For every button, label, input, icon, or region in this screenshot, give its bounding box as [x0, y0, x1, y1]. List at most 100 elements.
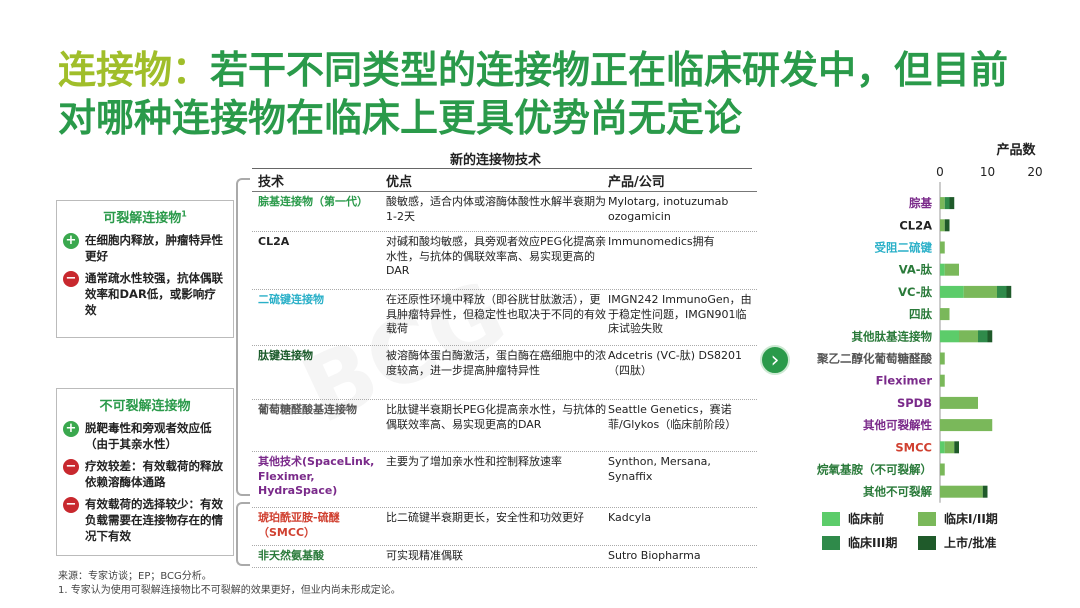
minus-icon: − — [63, 459, 79, 475]
category-label: 聚乙二醇化葡萄糖醛酸 — [816, 352, 932, 366]
subtitle-divider — [252, 168, 752, 169]
minus-icon: − — [63, 271, 79, 287]
table-cell-tech: 腙基连接物（第一代） — [258, 195, 368, 208]
footnotes: 来源：专家访谈；EP；BCG分析。 1. 专家认为使用可裂解连接物比不可裂解的效… — [58, 570, 401, 598]
bar-segment — [940, 352, 945, 365]
table-row: 肽键连接物 被溶酶体蛋白酶激活，蛋白酶在癌细胞中的浓度较高，进一步提高肿瘤特异性 A… — [252, 346, 757, 400]
pros-cons-text: 脱靶毒性和旁观者效应低（由于其亲水性） — [85, 421, 212, 451]
chevron-right-icon: › — [760, 345, 790, 375]
legend-swatch — [822, 511, 840, 526]
category-label: SMCC — [895, 440, 932, 454]
bar-segment — [940, 463, 945, 476]
x-tick-label: 10 — [980, 165, 995, 179]
bar-segment — [944, 219, 950, 232]
bar-segment — [987, 330, 993, 343]
x-tick-label: 0 — [936, 165, 944, 179]
bar-segment — [949, 197, 955, 210]
bar-segment — [940, 285, 964, 298]
table-cell-prod: Sutro Biopharma — [608, 549, 701, 562]
table-header: 技术 优点 产品/公司 — [252, 170, 757, 192]
category-label: 其他可裂解性 — [863, 418, 932, 432]
footnote-source: 来源：专家访谈；EP；BCG分析。 — [58, 571, 212, 582]
table-cell-adv: 比肽键半衰期长PEG化提高亲水性，与抗体的偶联效率高、易实现更高的DAR — [386, 403, 607, 431]
legend-item: 上市/批准 — [918, 534, 996, 551]
table-subtitle: 新的连接物技术 — [450, 153, 542, 168]
minus-icon: − — [63, 497, 79, 513]
category-label: 其他肽基连接物 — [852, 329, 933, 343]
table-cell-prod: Seattle Genetics，赛诺菲/Glykos（临床前阶段） — [608, 403, 737, 431]
bar-segment — [940, 308, 950, 321]
table-cell-prod: Adcetris (VC-肽) DS8201（四肽） — [608, 349, 742, 377]
bar-segment — [954, 441, 959, 454]
category-label: 其他不可裂解 — [863, 485, 932, 499]
category-label: VA-肽 — [899, 263, 933, 277]
bar-segment — [940, 374, 945, 387]
category-label: CL2A — [899, 218, 932, 232]
legend-item: 临床I/II期 — [918, 510, 998, 527]
bar-segment — [963, 285, 997, 298]
table-cell-adv: 被溶酶体蛋白酶激活，蛋白酶在癌细胞中的浓度较高，进一步提高肿瘤特异性 — [386, 349, 606, 377]
table-cell-tech: 二硫键连接物 — [258, 293, 324, 306]
cleavable-title: 可裂解连接物1 — [103, 209, 187, 226]
x-tick-label: 20 — [1027, 165, 1042, 179]
header-tech: 技术 — [258, 175, 285, 190]
category-label: 受阻二硫键 — [875, 241, 933, 255]
bar-segment — [940, 263, 945, 276]
pros-cons-text: 在细胞内释放，肿瘤特异性更好 — [85, 233, 223, 263]
table-cell-tech: 琥珀酰亚胺-硫醚（SMCC） — [258, 511, 340, 539]
legend-label: 临床III期 — [848, 536, 898, 550]
table-cell-tech: 其他技术(SpaceLink, Fleximer, HydraSpace) — [258, 455, 375, 497]
legend-label: 临床前 — [848, 512, 885, 526]
legend-swatch — [918, 535, 936, 550]
bar-segment — [1006, 285, 1012, 298]
bar-segment — [959, 330, 978, 343]
table-row: CL2A 对碱和酸均敏感，具旁观者效应PEG化提高亲水性，与抗体的偶联效率高、易实… — [252, 232, 757, 290]
category-label: VC-肽 — [898, 285, 932, 299]
pros-cons-item: + 脱靶毒性和旁观者效应低（由于其亲水性） — [63, 420, 227, 452]
pros-cons-item: − 有效载荷的选择较少：有效负载需要在连接物存在的情况下有效 — [63, 496, 227, 544]
pros-cons-text: 有效载荷的选择较少：有效负载需要在连接物存在的情况下有效 — [85, 497, 223, 543]
table-cell-adv: 主要为了增加亲水性和控制释放速率 — [386, 455, 562, 468]
table-cell-prod: Kadcyla — [608, 511, 652, 524]
table-row: 琥珀酰亚胺-硫醚（SMCC） 比二硫键半衰期更长，安全性和功效更好 Kadcyla — [252, 508, 757, 546]
legend-item: 临床III期 — [822, 534, 897, 551]
bar-segment — [978, 330, 988, 343]
bar-segment — [944, 263, 959, 276]
table-cell-prod: Mylotarg, inotuzumab ozogamicin — [608, 195, 729, 223]
category-label: 腙基 — [908, 196, 932, 210]
category-label: SPDB — [897, 396, 932, 410]
table-cell-prod: Immunomedics拥有 — [608, 235, 715, 248]
category-label: 四肽 — [909, 307, 932, 321]
table-row: 葡萄糖醛酸基连接物 比肽键半衰期长PEG化提高亲水性，与抗体的偶联效率高、易实现更… — [252, 400, 757, 452]
legend-swatch — [822, 535, 840, 550]
table-row: 非天然氨基酸 可实现精准偶联 Sutro Biopharma — [252, 546, 757, 568]
linker-bar-chart: 产品数 0 10 20 腙基 CL2A 受阻二硫键 VA-肽 VC-肽四肽其他肽基连接物聚乙二醇… — [816, 142, 1043, 503]
pros-cons-text: 通常疏水性较强，抗体偶联效率和DAR低，或影响疗效 — [85, 271, 223, 317]
table-row: 其他技术(SpaceLink, Fleximer, HydraSpace) 主要为… — [252, 452, 757, 508]
bar-segment — [982, 485, 988, 498]
bar-segment — [944, 441, 955, 454]
footnote-1: 1. 专家认为使用可裂解连接物比不可裂解的效果更好，但业内尚未形成定论。 — [58, 585, 401, 596]
plus-icon: + — [63, 233, 79, 249]
pros-cons-item: − 通常疏水性较强，抗体偶联效率和DAR低，或影响疗效 — [63, 270, 227, 318]
bar-segment — [940, 441, 945, 454]
pros-cons-item: + 在细胞内释放，肿瘤特异性更好 — [63, 232, 227, 264]
table-cell-adv: 可实现精准偶联 — [386, 549, 463, 562]
table-cell-tech: CL2A — [258, 235, 290, 248]
legend-label: 临床I/II期 — [944, 512, 998, 526]
bar-segment — [940, 219, 945, 232]
table-cell-adv: 比二硫键半衰期更长，安全性和功效更好 — [386, 511, 584, 524]
bar-segment — [940, 396, 978, 409]
cleavable-brace — [236, 178, 250, 496]
noncleavable-box: 不可裂解连接物 + 脱靶毒性和旁观者效应低（由于其亲水性） − 疗效较差：有效载荷的释… — [56, 388, 234, 556]
table-cell-tech: 非天然氨基酸 — [258, 549, 324, 562]
table-row: 二硫键连接物 在还原性环境中释放（即谷胱甘肽激活），更具肿瘤特异性，但稳定性也取决… — [252, 290, 757, 346]
page-title: 连接物：若干不同类型的连接物正在临床研发中，但目前对哪种连接物在临床上更具优势尚… — [58, 48, 1009, 140]
bar-segment — [940, 330, 959, 343]
category-label: 烷氧基胺（不可裂解） — [817, 463, 932, 477]
bar-segment — [940, 197, 945, 210]
table-cell-tech: 肽键连接物 — [258, 349, 313, 362]
noncleavable-title: 不可裂解连接物 — [99, 399, 191, 414]
category-label: Fleximer — [876, 374, 933, 388]
cleavable-box: 可裂解连接物1 + 在细胞内释放，肿瘤特异性更好 − 通常疏水性较强，抗体偶联效率和D… — [56, 200, 234, 338]
